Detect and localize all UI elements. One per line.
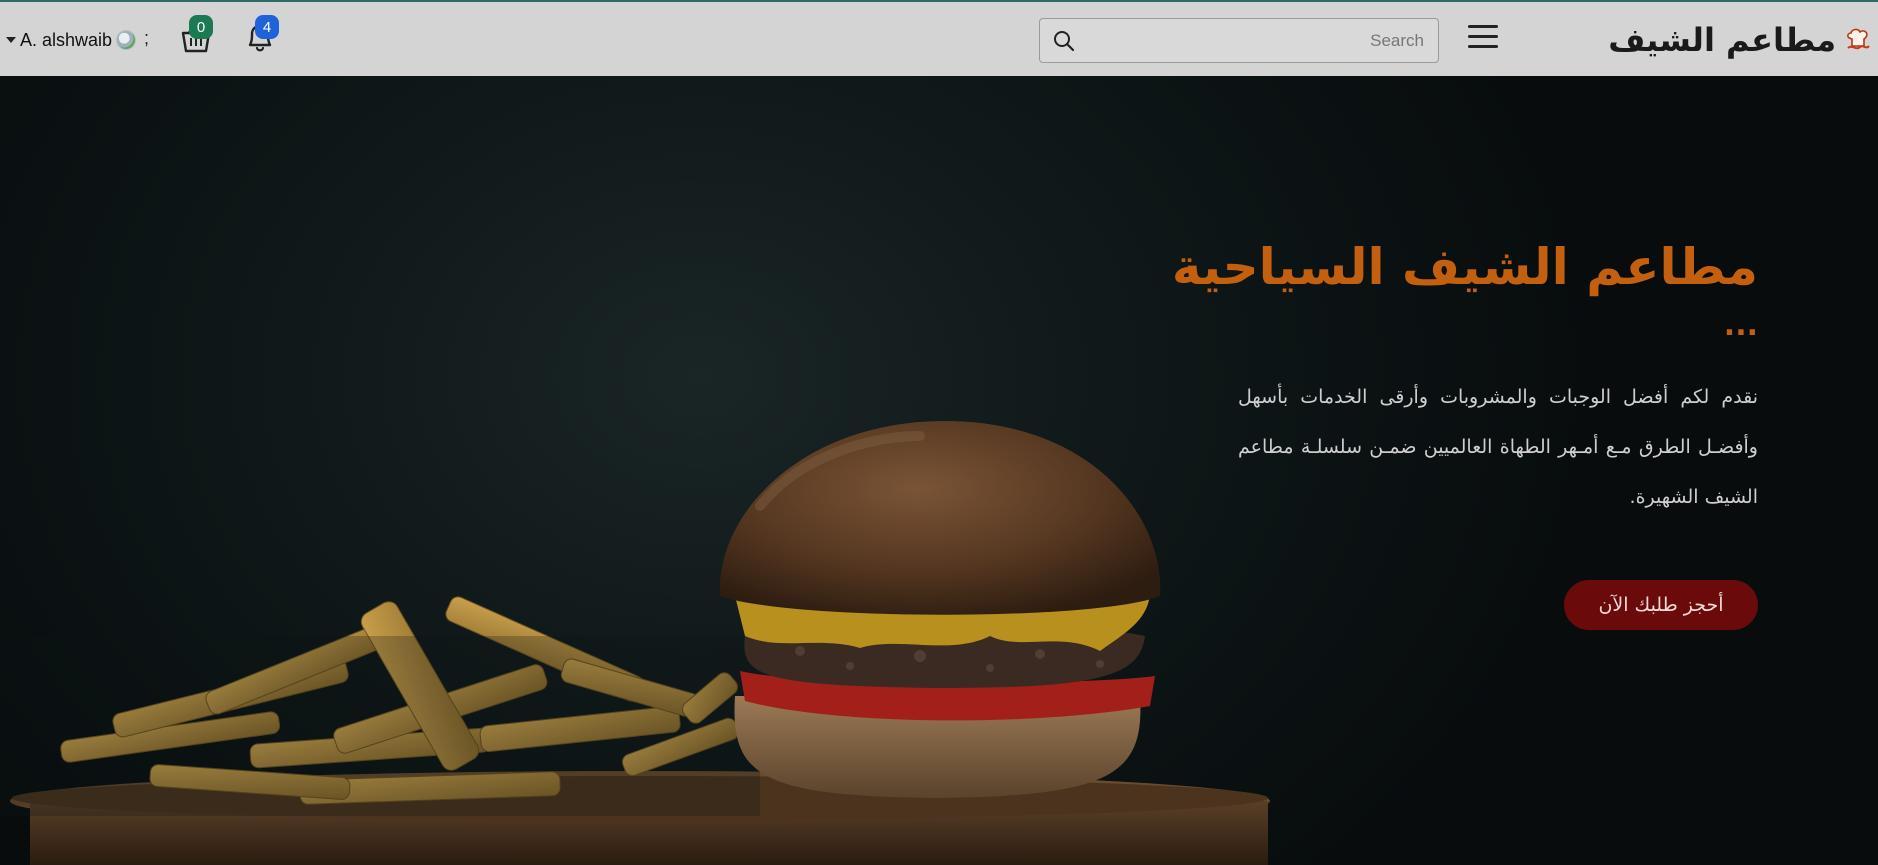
hero-title: مطاعم الشيف السياحية: [1171, 238, 1758, 296]
hero-description: نقدم لكم أفضل الوجبات والمشروبات وأرقى ا…: [1238, 386, 1758, 508]
search-icon[interactable]: [1053, 30, 1075, 52]
chef-logo-icon: [1847, 28, 1870, 50]
separator-text: ;: [144, 28, 150, 48]
search-box: [1039, 18, 1439, 63]
brand-link[interactable]: مطاعم الشيف: [1608, 16, 1872, 64]
book-order-button[interactable]: أحجز طلبك الآن: [1564, 580, 1758, 630]
user-menu-dropdown[interactable]: A. alshwaib: [6, 28, 137, 52]
hero-section: مطاعم الشيف السياحية ... نقدم لكم أفضل ا…: [0, 76, 1878, 865]
notifications-button[interactable]: 4: [242, 15, 279, 56]
hamburger-line: [1468, 35, 1498, 38]
search-input[interactable]: [1084, 21, 1430, 60]
menu-toggle-button[interactable]: [1468, 25, 1498, 55]
brand-name: مطاعم الشيف: [1608, 21, 1836, 59]
hamburger-line: [1468, 25, 1498, 28]
cart-button[interactable]: 0: [178, 15, 214, 56]
hamburger-line: [1468, 45, 1498, 48]
notifications-count-badge: 4: [255, 15, 279, 39]
user-name: A. alshwaib: [20, 29, 113, 50]
cart-count-badge: 0: [189, 15, 213, 39]
top-navbar: A. alshwaib ; 0 4 مطاعم الشيف: [0, 0, 1878, 76]
hero-title-ellipsis: ...: [1723, 308, 1758, 343]
avatar: [116, 30, 137, 50]
caret-down-icon: [6, 37, 16, 43]
